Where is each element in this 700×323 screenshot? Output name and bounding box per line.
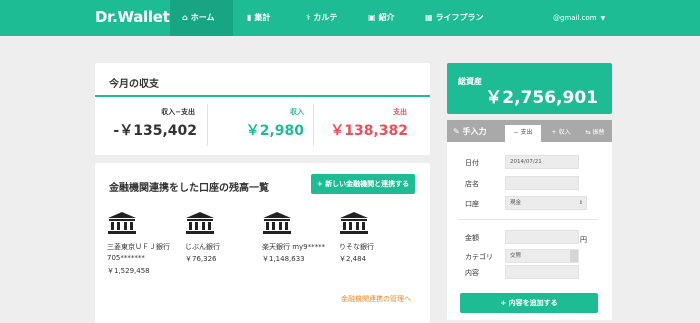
nav-item-label: 集計 [254, 13, 271, 22]
manual-entry-header: ✎ 手入力 − 支出 + 収入 ⇆ 振替 [447, 120, 612, 142]
caret-down-icon: ▼ [600, 15, 606, 22]
store-label: 店名 [465, 180, 479, 188]
amount-label: 金額 [465, 234, 479, 242]
store-input[interactable] [505, 176, 579, 190]
grid-icon: ▦ [425, 13, 433, 22]
bank-balance: ￥1,529,458 [107, 267, 150, 275]
total-assets-label: 総資産 [458, 77, 482, 86]
bank-name: じぶん銀行 [185, 243, 220, 251]
nav-item-label: カルテ [313, 13, 338, 22]
manual-entry-title-text: 手入力 [462, 127, 487, 136]
accent-divider [95, 95, 430, 97]
category-label: カテゴリ [465, 253, 493, 261]
bank-name: 三菱東京ＵＦＪ銀行 [107, 243, 170, 251]
bank-account-number: 705******* [107, 254, 145, 262]
account-menu[interactable]: @gmail.com ▼ [553, 0, 605, 36]
bank-icon [108, 212, 136, 234]
bank-balance: ￥1,148,633 [262, 255, 305, 263]
amount-input[interactable] [505, 230, 579, 244]
link-new-bank-button[interactable]: + 新しい金融機関と連携する [311, 174, 415, 194]
monthly-balance-title: 今月の収支 [109, 79, 159, 90]
balance-label: 収入−支出 [161, 108, 195, 116]
bank-name: 楽天銀行 my9***** [262, 243, 326, 251]
income-value: ￥2,980 [245, 123, 304, 139]
expense-label: 支出 [393, 108, 407, 116]
nav-item-summary[interactable]: ▮ 集計 [247, 0, 270, 36]
stethoscope-icon: ⚕ [306, 13, 311, 22]
bank-icon [340, 212, 368, 234]
top-nav: Dr.Wallet ⌂ ホーム ▮ 集計 ⚕ カルテ ▣ 紹介 ▦ ライフプラン @gma… [0, 0, 700, 36]
edit-icon: ✎ [453, 127, 460, 136]
category-select-value: 交際 [510, 253, 522, 259]
bank-icon [186, 212, 214, 234]
bank-accounts-title: 金融機関連携をした口座の残高一覧 [109, 183, 269, 194]
bank-balance: ￥2,484 [339, 255, 367, 263]
select-arrows-icon: ⇕ [578, 200, 583, 206]
tab-income[interactable]: + 収入 [544, 125, 578, 142]
balance-column: 収入−支出 -￥135,402 [95, 100, 207, 148]
total-assets-value: ￥2,756,901 [485, 88, 598, 108]
nav-item-lifeplan[interactable]: ▦ ライフプラン [425, 0, 484, 36]
manual-entry-card: ✎ 手入力 − 支出 + 収入 ⇆ 振替 [447, 120, 612, 320]
tab-expense[interactable]: − 支出 [505, 125, 541, 142]
add-entry-button[interactable]: + 内容を追加する [460, 293, 598, 313]
memo-label: 内容 [465, 269, 479, 277]
bank-name: りそな銀行 [339, 243, 374, 251]
tab-transfer[interactable]: ⇆ 振替 [579, 125, 611, 142]
memo-input[interactable] [505, 265, 579, 279]
manual-entry-title: ✎ 手入力 [453, 126, 487, 137]
bank-icon [263, 212, 291, 234]
account-select-value: 現金 [510, 200, 522, 206]
category-select[interactable]: 交際 [505, 249, 579, 263]
nav-item-label: 紹介 [378, 13, 395, 22]
balance-value: -￥135,402 [113, 123, 197, 139]
total-assets-card: 総資産 ￥2,756,901 [447, 63, 612, 114]
select-handle [570, 250, 578, 262]
income-column: 収入 ￥2,980 [208, 100, 312, 148]
nav-item-referral[interactable]: ▣ 紹介 [368, 0, 395, 36]
expense-value: ￥138,382 [330, 123, 408, 139]
app-logo[interactable]: Dr.Wallet [95, 8, 170, 26]
nav-item-karte[interactable]: ⚕ カルテ [306, 0, 337, 36]
nav-item-home[interactable]: ⌂ ホーム [170, 0, 233, 36]
gift-icon: ▣ [368, 13, 376, 22]
account-email: @gmail.com [553, 14, 597, 22]
amount-unit: 円 [580, 236, 587, 244]
manage-bank-links-link[interactable]: 金融機関連携の管理へ [341, 294, 411, 304]
form-divider [458, 219, 598, 220]
nav-item-label: ホーム [190, 13, 215, 22]
bar-chart-icon: ▮ [247, 13, 252, 22]
nav-item-label: ライフプラン [435, 13, 484, 22]
account-select[interactable]: 現金 ⇕ [505, 196, 587, 210]
income-label: 収入 [290, 108, 304, 116]
date-label: 日付 [465, 159, 479, 167]
date-input[interactable]: 2014/07/21 [505, 155, 579, 169]
account-label: 口座 [465, 200, 479, 208]
home-icon: ⌂ [182, 13, 188, 22]
bank-balance: ￥76,326 [185, 255, 217, 263]
expense-column: 支出 ￥138,382 [314, 100, 416, 148]
